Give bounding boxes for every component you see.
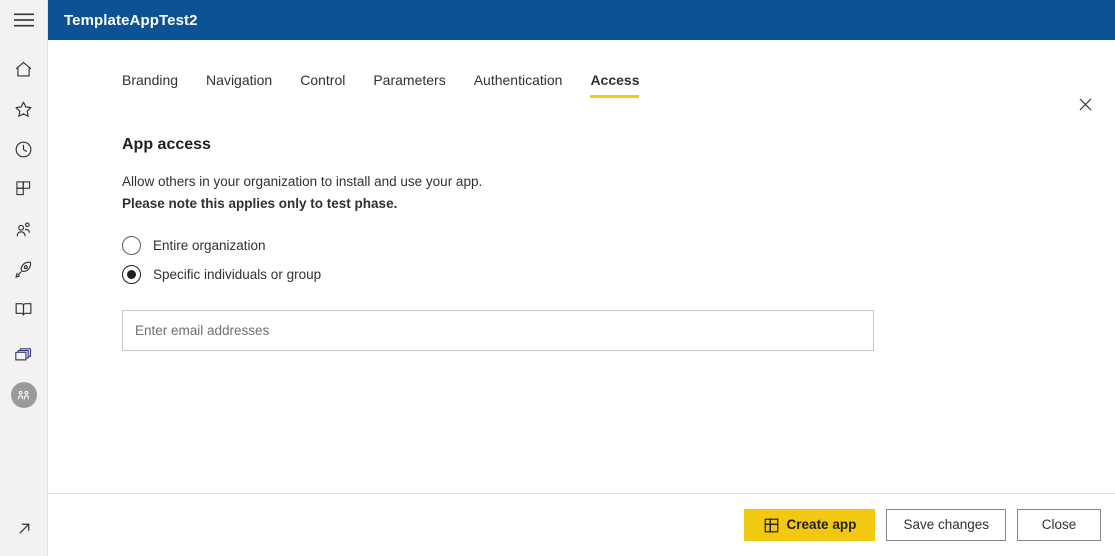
radio-entire-organization[interactable]: Entire organization: [122, 231, 1041, 260]
email-addresses-input[interactable]: [122, 310, 874, 351]
dialog-body: Branding Navigation Control Parameters A…: [48, 40, 1115, 556]
access-radio-group: Entire organization Specific individuals…: [122, 231, 1041, 289]
description-line-1: Allow others in your organization to ins…: [122, 174, 483, 189]
home-icon: [13, 59, 34, 80]
close-icon[interactable]: [1069, 88, 1101, 120]
radio-indicator: [122, 265, 141, 284]
sidebar-item-recent[interactable]: [0, 129, 48, 169]
tab-branding[interactable]: Branding: [122, 71, 178, 98]
tab-panel-access: App access Allow others in your organiza…: [48, 98, 1115, 493]
apps-grid-icon: [14, 179, 34, 199]
tab-parameters[interactable]: Parameters: [373, 71, 445, 98]
expand-arrow-icon[interactable]: [0, 508, 48, 548]
section-heading: App access: [122, 136, 211, 153]
sidebar-item-learn[interactable]: [0, 289, 48, 329]
page-title: TemplateAppTest2: [64, 11, 198, 29]
tab-access[interactable]: Access: [590, 71, 640, 98]
sidebar-item-home[interactable]: [0, 49, 48, 89]
sidebar-item-favorites[interactable]: [0, 89, 48, 129]
left-navigation-rail: [0, 0, 48, 556]
dialog-footer: Create app Save changes Close: [48, 493, 1115, 556]
star-icon: [13, 99, 34, 120]
rail-bottom-group: [0, 508, 48, 548]
rail-primary-group: [0, 49, 48, 415]
main-region: TemplateAppTest2 Branding Navigation Con…: [48, 0, 1115, 556]
avatar: [10, 382, 37, 408]
radio-specific-individuals-or-group[interactable]: Specific individuals or group: [122, 260, 1041, 289]
radio-label: Entire organization: [153, 238, 266, 253]
hamburger-menu-icon[interactable]: [0, 0, 48, 40]
sidebar-item-shared-with-me[interactable]: [0, 209, 48, 249]
sidebar-item-deployment-pipelines[interactable]: [0, 249, 48, 289]
radio-label: Specific individuals or group: [153, 267, 322, 282]
tab-authentication[interactable]: Authentication: [474, 71, 563, 98]
workspaces-icon: [13, 345, 34, 366]
close-button[interactable]: Close: [1017, 509, 1101, 541]
radio-indicator: [122, 236, 141, 255]
tab-bar: Branding Navigation Control Parameters A…: [48, 54, 1115, 98]
save-changes-button[interactable]: Save changes: [886, 509, 1006, 541]
people-icon: [13, 219, 34, 240]
description-line-2: Please note this applies only to test ph…: [122, 196, 398, 211]
app-root: TemplateAppTest2 Branding Navigation Con…: [0, 0, 1115, 556]
rocket-icon: [13, 259, 34, 280]
create-app-label: Create app: [786, 517, 857, 533]
app-grid-icon: [764, 518, 779, 533]
create-app-button[interactable]: Create app: [744, 509, 876, 541]
tab-control[interactable]: Control: [300, 71, 345, 98]
sidebar-item-workspaces[interactable]: [0, 335, 48, 375]
dialog-title-bar: TemplateAppTest2: [48, 0, 1115, 40]
book-icon: [13, 299, 34, 320]
sidebar-item-current-workspace[interactable]: [0, 375, 48, 415]
tab-navigation[interactable]: Navigation: [206, 71, 272, 98]
clock-icon: [13, 139, 34, 160]
sidebar-item-apps[interactable]: [0, 169, 48, 209]
